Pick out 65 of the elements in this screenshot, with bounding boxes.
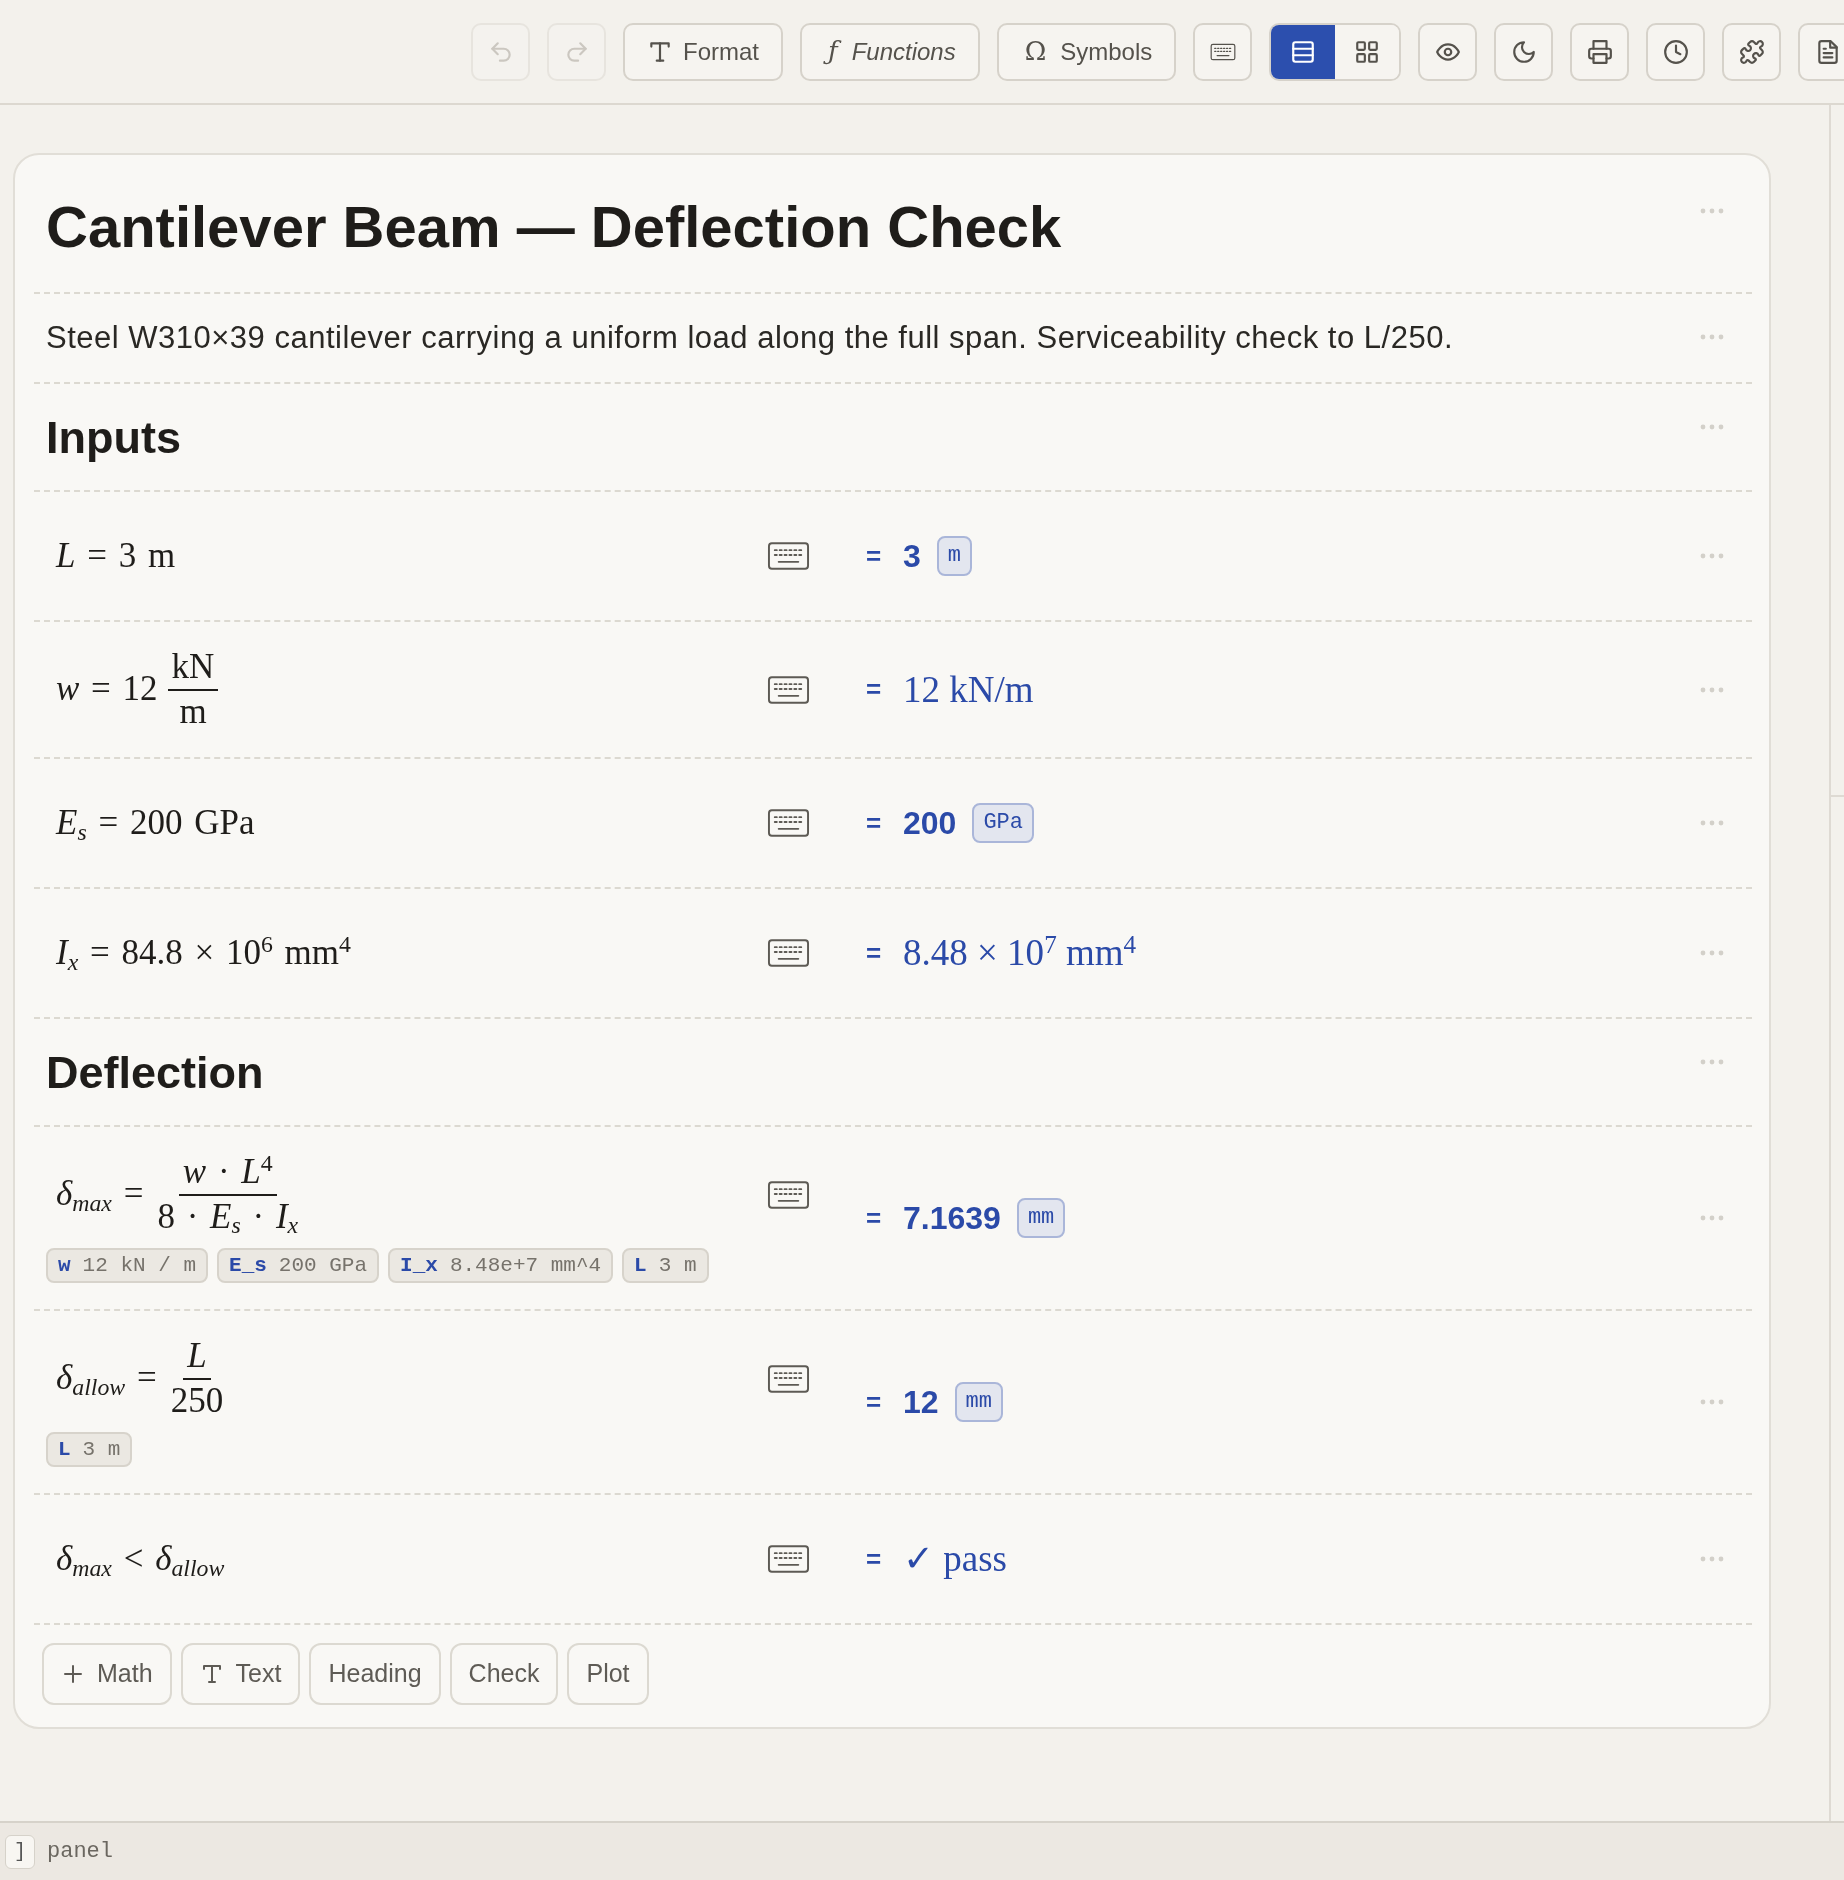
equals-sign: = [866, 806, 883, 840]
grid-icon [1354, 38, 1381, 65]
clock-icon [1662, 38, 1689, 65]
theme-button[interactable] [1494, 22, 1554, 81]
moon-icon [1510, 38, 1537, 65]
list-view-button[interactable] [1271, 24, 1336, 79]
preview-button[interactable] [1418, 22, 1478, 81]
print-button[interactable] [1570, 22, 1630, 81]
section-heading: Deflection [45, 1046, 264, 1100]
result-value: 200 [903, 804, 957, 843]
function-glyph-icon: ƒ [824, 35, 842, 68]
functions-button[interactable]: ƒ Functions [800, 22, 980, 81]
formula[interactable]: δ$_{max}$ < δ$_{allow}$ [56, 1539, 225, 1580]
document-button[interactable] [1798, 22, 1844, 81]
add-heading-button[interactable]: Heading [309, 1643, 441, 1706]
keyboard-icon[interactable] [767, 1363, 810, 1394]
variable-chip: E_s 200 GPa [217, 1248, 380, 1284]
keyboard-icon[interactable] [767, 541, 810, 571]
keyboard-icon[interactable] [767, 674, 810, 705]
result-value: 3 [903, 537, 921, 576]
unit-badge: mm [954, 1381, 1003, 1423]
history-button[interactable] [1646, 22, 1706, 81]
symbols-button[interactable]: Ω Symbols [996, 22, 1177, 81]
unit-badge: GPa [972, 802, 1034, 844]
add-math-button[interactable]: Math [42, 1643, 172, 1706]
add-text-button[interactable]: Text [180, 1643, 301, 1706]
equals-sign: = [866, 673, 883, 706]
section-heading: Inputs [45, 411, 181, 465]
variable-chip: w 12 kN / m [46, 1248, 209, 1284]
variable-chip: L 3 m [46, 1432, 133, 1468]
keyboard-icon[interactable] [767, 808, 810, 838]
keyboard-icon[interactable] [767, 938, 810, 968]
add-plot-button[interactable]: Plot [567, 1643, 649, 1706]
equals-sign: = [866, 1385, 883, 1419]
printer-icon [1586, 38, 1613, 65]
keyboard-button[interactable] [1193, 22, 1253, 81]
equals-sign: = [866, 539, 883, 573]
document-title: Cantilever Beam — Deflection Check [45, 193, 1062, 261]
variable-chip: L 3 m [622, 1248, 709, 1284]
unit-badge: m [936, 535, 972, 577]
keyboard-icon[interactable] [767, 1544, 810, 1575]
equals-sign: = [866, 936, 883, 970]
result-value: 7.1639 [903, 1199, 1001, 1239]
equals-sign: = [866, 1542, 883, 1576]
puzzle-piece-icon [1738, 38, 1765, 65]
key-hint: ] [5, 1834, 35, 1869]
format-button[interactable]: Format [623, 22, 783, 81]
equals-sign: = [866, 1201, 883, 1235]
omega-icon: Ω [1020, 35, 1051, 68]
unit-badge: mm [1016, 1197, 1066, 1239]
panel-label: panel [47, 1838, 113, 1866]
result-expression: ✓ pass [903, 1537, 1007, 1582]
formula[interactable]: E$_{s}$ = 200 GPa [56, 802, 255, 844]
formula[interactable]: L = 3 m [56, 535, 176, 577]
add-check-button[interactable]: Check [449, 1643, 559, 1706]
formula[interactable]: δ$_{max}$ = w · L$^{4}$ 8 · E$_{s}$ · I$_{x}$ [56, 1153, 303, 1236]
plugins-button[interactable] [1722, 22, 1782, 81]
result-value: 12 [903, 1383, 939, 1423]
result-expression: 12 kN/m [903, 667, 1034, 712]
keyboard-icon[interactable] [767, 1179, 810, 1210]
rows-icon [1290, 38, 1317, 65]
result-expression: 8.48 × 10$^{7}$ mm$^{4}$ [903, 929, 1137, 976]
formula[interactable]: I$_{x}$ = 84.8 × 10$^{6}$ mm$^{4}$ [56, 932, 351, 974]
description-text: Steel W310×39 cantilever carrying a uniform load along the full span. Serviceability check to L/250. [45, 319, 1453, 357]
variable-chip: I_x 8.48e+7 mm^4 [388, 1248, 614, 1284]
